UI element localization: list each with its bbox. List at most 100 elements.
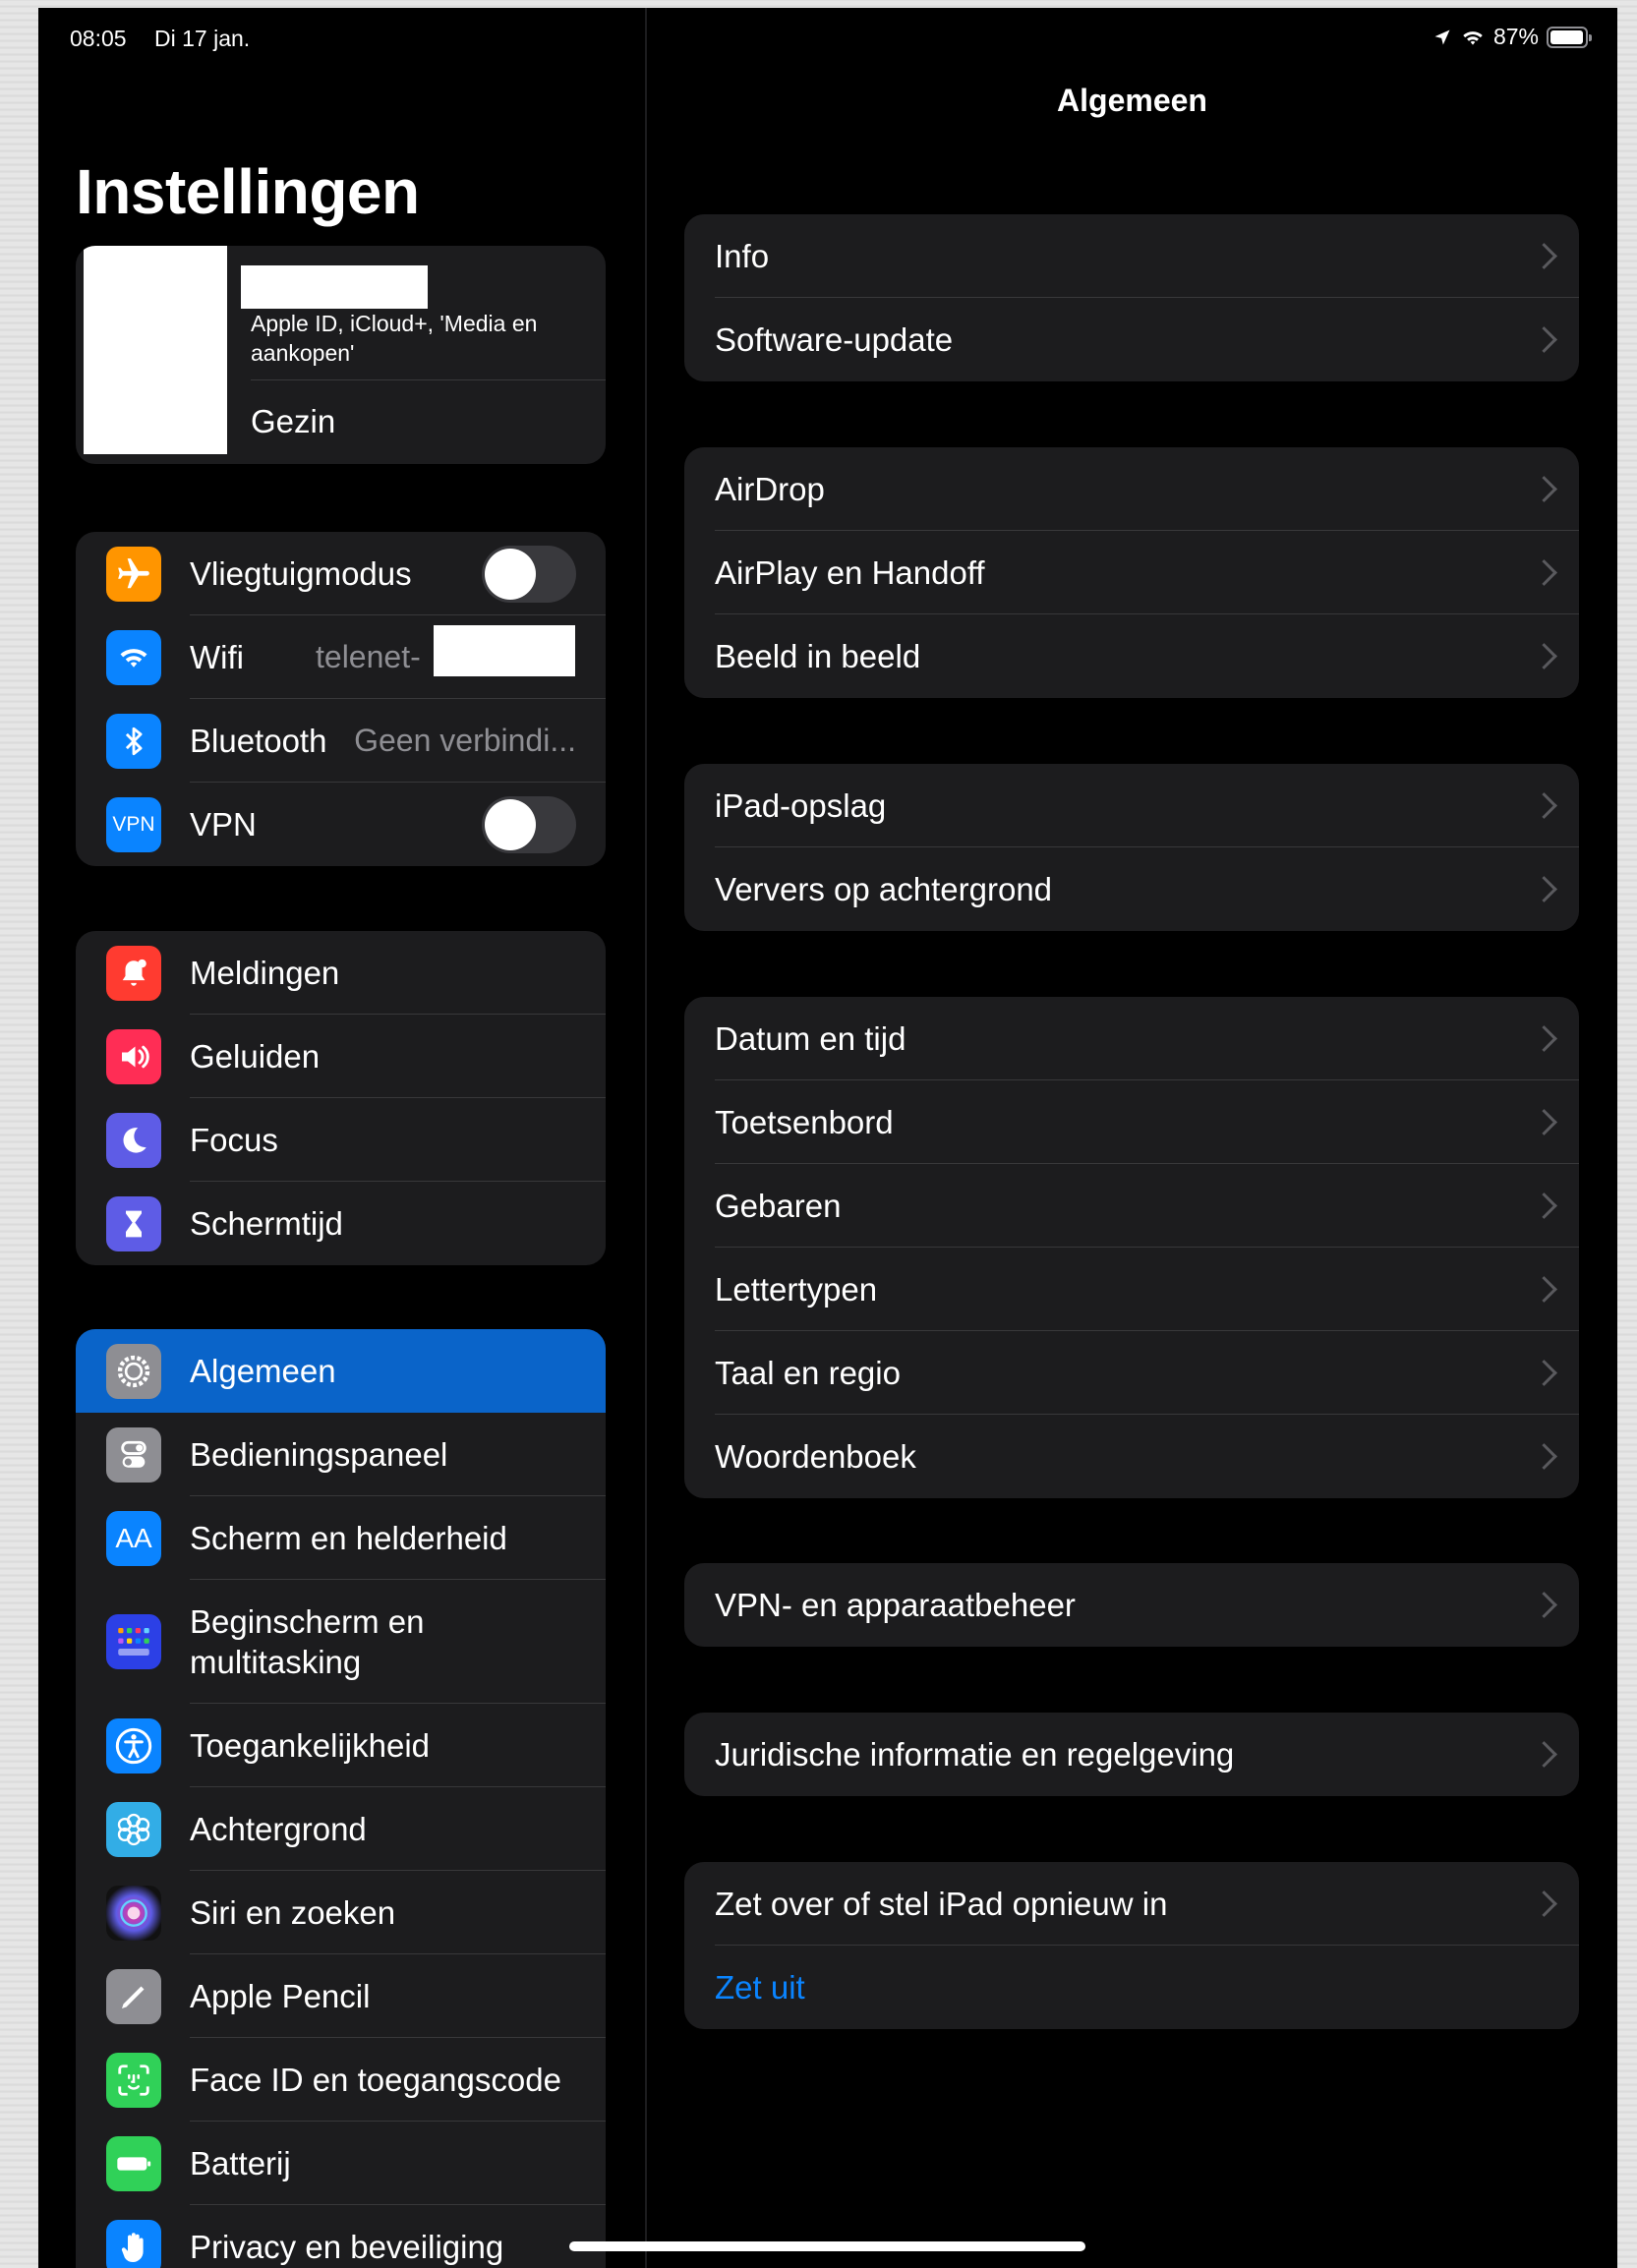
sidebar-item-sounds[interactable]: Geluiden	[76, 1015, 606, 1098]
ipad-storage-row[interactable]: iPad-opslag	[684, 764, 1579, 847]
detail-group-5: VPN- en apparaatbeheer	[684, 1563, 1579, 1647]
home-indicator[interactable]	[569, 2241, 1085, 2251]
hand-icon	[106, 2219, 161, 2268]
sidebar-item-label: Toegankelijkheid	[190, 1726, 431, 1764]
detail-group-2: AirDrop AirPlay en Handoff Beeld in beel…	[684, 447, 1579, 698]
shut-down-button[interactable]: Zet uit	[684, 1946, 1579, 2029]
sidebar-item-display[interactable]: AA Scherm en helderheid	[76, 1496, 606, 1580]
sidebar-item-label: Geluiden	[190, 1037, 321, 1075]
gestures-row[interactable]: Gebaren	[684, 1164, 1579, 1248]
chevron-right-icon	[1531, 643, 1557, 669]
chevron-right-icon	[1531, 1592, 1557, 1618]
family-item[interactable]: Gezin	[251, 403, 335, 440]
bell-icon	[106, 945, 161, 1001]
face-id-icon	[106, 2052, 161, 2108]
chevron-right-icon	[1531, 1276, 1557, 1303]
row-label: Juridische informatie en regelgeving	[715, 1735, 1235, 1773]
sidebar-item-label: Privacy en beveiliging	[190, 2228, 504, 2265]
battery-icon	[106, 2135, 161, 2191]
sidebar-item-wifi[interactable]: Wifi telenet-	[76, 615, 606, 699]
row-label: Software-update	[715, 320, 954, 358]
chevron-right-icon	[1531, 476, 1557, 502]
ipad-screen: Instellingen Apple ID, iCloud+, 'Media e…	[38, 8, 1617, 2268]
airplay-handoff-row[interactable]: AirPlay en Handoff	[684, 531, 1579, 614]
pencil-icon	[106, 1968, 161, 2024]
chevron-right-icon	[1531, 792, 1557, 819]
chevron-right-icon	[1531, 326, 1557, 353]
sidebar-item-control-center[interactable]: Bedieningspaneel	[76, 1413, 606, 1496]
sidebar-item-label: Vliegtuigmodus	[190, 554, 412, 592]
sidebar-item-label: Meldingen	[190, 954, 340, 991]
sidebar-item-label: VPN	[190, 805, 257, 843]
status-bar: 08:05 Di 17 jan. 87%	[70, 18, 1592, 57]
sidebar-item-wallpaper[interactable]: Achtergrond	[76, 1787, 606, 1871]
dictionary-row[interactable]: Woordenboek	[684, 1415, 1579, 1498]
info-row[interactable]: Info	[684, 214, 1579, 298]
sidebar-item-general[interactable]: Algemeen	[76, 1329, 606, 1413]
apple-id-card[interactable]: Apple ID, iCloud+, 'Media en aankopen' G…	[76, 246, 606, 464]
detail-group-3: iPad-opslag Ververs op achtergrond	[684, 764, 1579, 931]
chevron-right-icon	[1531, 1360, 1557, 1386]
fonts-row[interactable]: Lettertypen	[684, 1248, 1579, 1331]
sidebar-item-focus[interactable]: Focus	[76, 1098, 606, 1182]
language-region-row[interactable]: Taal en regio	[684, 1331, 1579, 1415]
picture-in-picture-row[interactable]: Beeld in beeld	[684, 614, 1579, 698]
wifi-network-name: telenet-	[316, 639, 421, 674]
transfer-reset-row[interactable]: Zet over of stel iPad opnieuw in	[684, 1862, 1579, 1946]
general-detail-pane: Algemeen Info Software-update AirDrop Ai…	[647, 8, 1617, 2268]
profile-name-redacted	[241, 265, 428, 309]
moon-icon	[106, 1112, 161, 1168]
text-size-icon: AA	[106, 1510, 161, 1566]
accessibility-icon	[106, 1717, 161, 1774]
siri-icon	[106, 1885, 161, 1941]
date-time-row[interactable]: Datum en tijd	[684, 997, 1579, 1080]
vpn-device-management-row[interactable]: VPN- en apparaatbeheer	[684, 1563, 1579, 1647]
detail-group-6: Juridische informatie en regelgeving	[684, 1713, 1579, 1796]
system-group: Algemeen Bedieningspaneel AA Scherm en h…	[76, 1329, 606, 2268]
sidebar-item-siri[interactable]: Siri en zoeken	[76, 1871, 606, 1954]
sidebar-item-vpn[interactable]: VPN VPN	[76, 783, 606, 866]
row-label: iPad-opslag	[715, 786, 887, 824]
row-label: Lettertypen	[715, 1270, 878, 1308]
keyboard-row[interactable]: Toetsenbord	[684, 1080, 1579, 1164]
sidebar-item-screen-time[interactable]: Schermtijd	[76, 1182, 606, 1265]
sidebar-item-airplane-mode[interactable]: Vliegtuigmodus	[76, 532, 606, 615]
legal-regulatory-row[interactable]: Juridische informatie en regelgeving	[684, 1713, 1579, 1796]
settings-sidebar: Instellingen Apple ID, iCloud+, 'Media e…	[38, 8, 647, 2268]
chevron-right-icon	[1531, 1192, 1557, 1219]
sidebar-item-home-screen[interactable]: Beginscherm en multitasking	[76, 1580, 606, 1704]
sidebar-item-face-id[interactable]: Face ID en toegangscode	[76, 2038, 606, 2122]
sidebar-item-bluetooth[interactable]: Bluetooth Geen verbindi...	[76, 699, 606, 783]
bluetooth-status: Geen verbindi...	[354, 723, 576, 758]
sidebar-item-notifications[interactable]: Meldingen	[76, 931, 606, 1015]
profile-photo-redacted	[84, 246, 227, 454]
sidebar-item-apple-pencil[interactable]: Apple Pencil	[76, 1954, 606, 2038]
row-label: Woordenboek	[715, 1437, 916, 1475]
chevron-right-icon	[1531, 876, 1557, 902]
chevron-right-icon	[1531, 559, 1557, 586]
sidebar-item-accessibility[interactable]: Toegankelijkheid	[76, 1704, 606, 1787]
airplane-mode-toggle[interactable]	[482, 545, 576, 603]
chevron-right-icon	[1531, 1443, 1557, 1470]
sidebar-item-label: Focus	[190, 1121, 278, 1158]
sidebar-item-label: Achtergrond	[190, 1810, 367, 1847]
battery-percentage: 87%	[1492, 24, 1539, 49]
airplane-icon	[106, 546, 161, 602]
row-label: Gebaren	[715, 1187, 842, 1224]
sidebar-item-privacy[interactable]: Privacy en beveiliging	[76, 2205, 606, 2268]
sidebar-item-battery[interactable]: Batterij	[76, 2122, 606, 2205]
page-title: Algemeen	[1057, 83, 1207, 118]
sidebar-item-label: Apple Pencil	[190, 1977, 371, 2014]
airdrop-row[interactable]: AirDrop	[684, 447, 1579, 531]
background-refresh-row[interactable]: Ververs op achtergrond	[684, 847, 1579, 931]
software-update-row[interactable]: Software-update	[684, 298, 1579, 381]
flower-icon	[106, 1801, 161, 1857]
row-label: Zet over of stel iPad opnieuw in	[715, 1885, 1168, 1922]
sidebar-item-label: Scherm en helderheid	[190, 1519, 507, 1556]
battery-status-icon	[1547, 26, 1592, 48]
detail-group-1: Info Software-update	[684, 214, 1579, 381]
row-label: VPN- en apparaatbeheer	[715, 1586, 1076, 1623]
divider	[251, 379, 606, 380]
sidebar-item-label: Face ID en toegangscode	[190, 2061, 561, 2098]
vpn-toggle[interactable]	[482, 795, 576, 853]
